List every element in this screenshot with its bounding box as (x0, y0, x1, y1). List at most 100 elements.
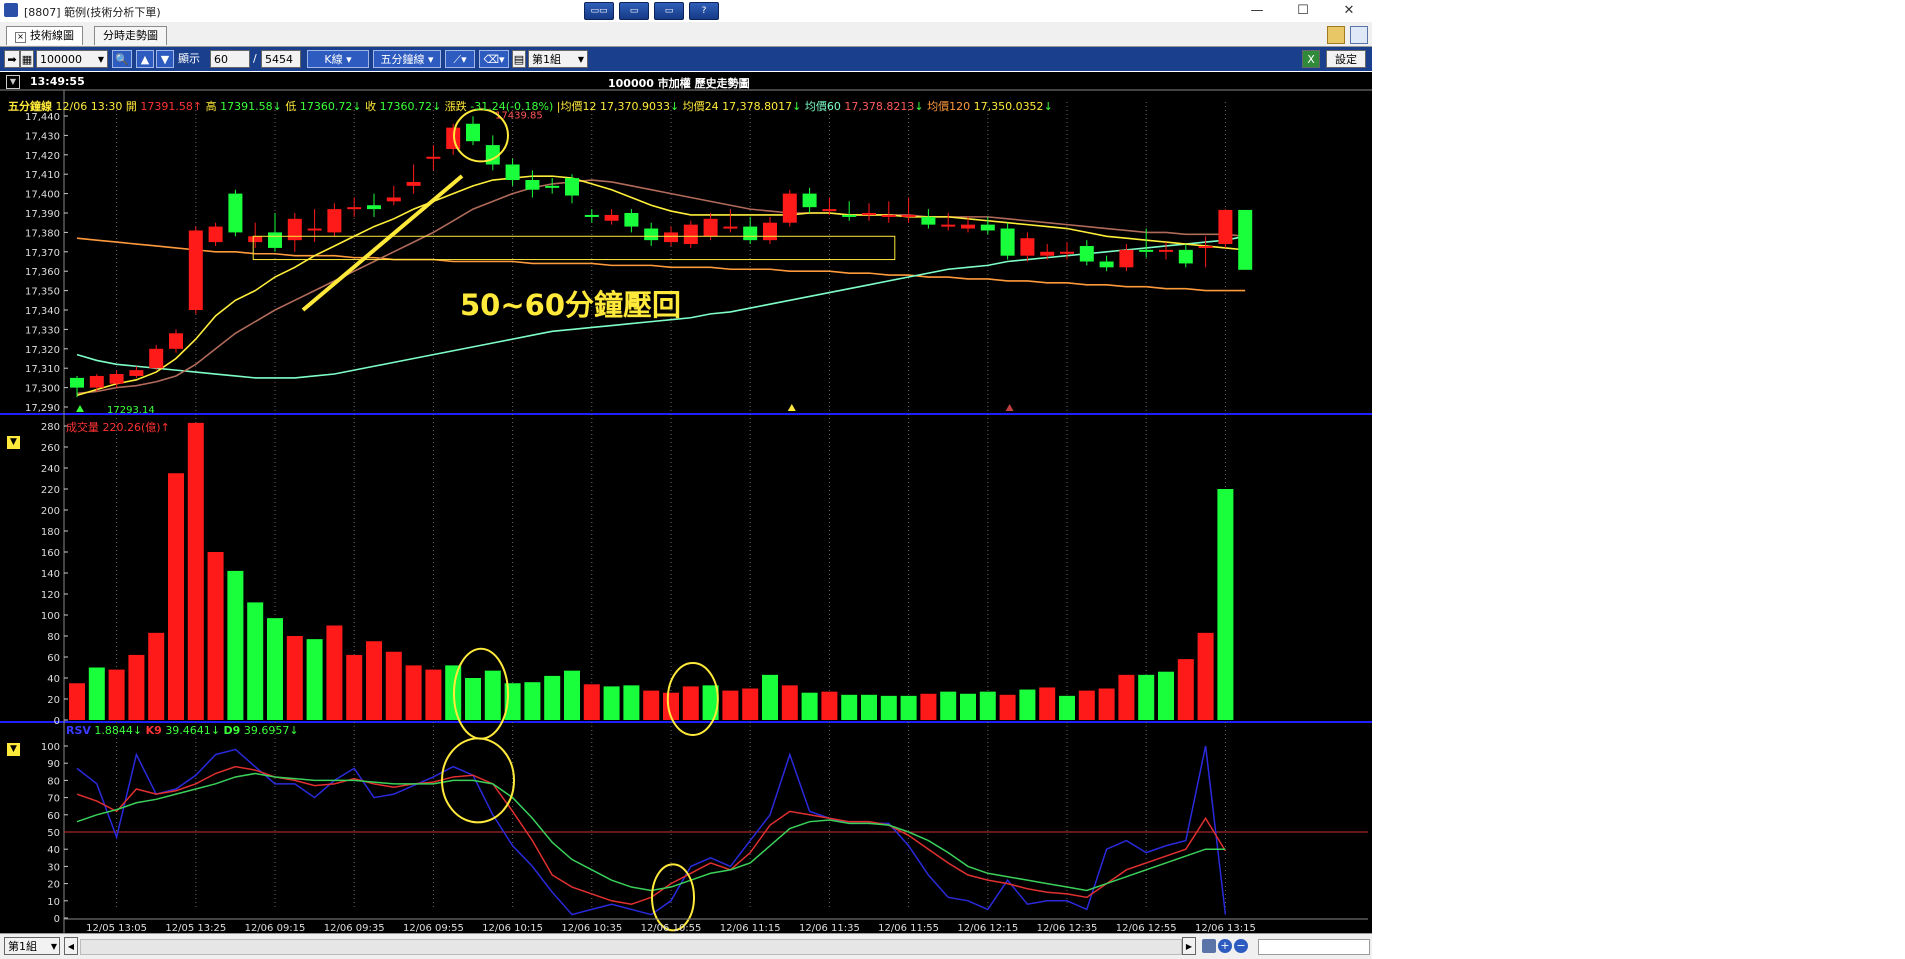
price-tick-label: 17,410 (25, 170, 60, 181)
signal-marker-icon (787, 404, 796, 411)
scroll-up-button[interactable]: ▲ (136, 50, 154, 68)
candle-body (1159, 249, 1173, 252)
volume-bar (979, 691, 996, 720)
group-select[interactable]: 第1組 ▼ (528, 50, 588, 68)
volume-bar (1098, 688, 1115, 720)
kline-dropdown[interactable]: K線 ▾ (307, 50, 369, 68)
annotation-trend-line (301, 174, 464, 312)
help-button[interactable]: ? (689, 2, 719, 20)
draw-line-icon[interactable]: ⟋▾ (445, 50, 475, 68)
volume-tick-label: 140 (41, 569, 60, 580)
volume-bar (207, 552, 224, 720)
volume-bar (405, 665, 422, 720)
volume-bar (69, 683, 85, 720)
candle-body (466, 123, 480, 142)
volume-bar (940, 691, 957, 720)
zoom-out-icon[interactable]: − (1234, 939, 1248, 953)
panel-icon[interactable] (1202, 939, 1216, 953)
candle-body (862, 213, 876, 215)
volume-bar (1078, 690, 1095, 720)
link-arrow-icon[interactable]: ➡ (4, 50, 20, 68)
kd-tick-label: 90 (47, 759, 60, 770)
layout-button-1[interactable]: ▭▭ (584, 2, 614, 20)
bottom-group-select[interactable]: 第1組 ▼ (4, 937, 60, 955)
scroll-right-icon[interactable]: ▶ (1182, 937, 1196, 955)
x-tick-label: 12/06 09:35 (324, 923, 385, 933)
layout-icon[interactable] (1350, 26, 1368, 44)
price-tick-label: 17,310 (25, 364, 60, 375)
volume-bar (682, 686, 699, 720)
volume-tick-label: 240 (41, 464, 60, 475)
x-tick-label: 12/05 13:25 (165, 923, 226, 933)
x-tick-label: 12/05 13:05 (86, 923, 147, 933)
volume-bar (742, 688, 759, 720)
candle-body (842, 214, 857, 217)
volume-bar (960, 693, 976, 720)
symbol-select[interactable]: 100000 ▼ (36, 50, 108, 68)
total-count-field: 5454 (261, 50, 301, 68)
settings-button[interactable]: 設定 (1326, 50, 1366, 68)
volume-info: 成交量 220.26(億)↑ (66, 421, 170, 434)
horizontal-scrollbar[interactable] (80, 939, 1182, 955)
edit-icon[interactable] (1327, 26, 1345, 44)
tab-close-icon[interactable]: × (15, 32, 26, 43)
slash-separator: / (253, 52, 257, 65)
layout-button-2[interactable]: ▭ (619, 2, 649, 20)
close-icon[interactable]: ✕ (1336, 1, 1362, 21)
tab-intraday-chart[interactable]: 分時走勢圖 (94, 26, 167, 45)
layout-button-3[interactable]: ▭ (654, 2, 684, 20)
scroll-left-icon[interactable]: ◀ (64, 937, 78, 955)
grid-icon[interactable]: ▦ (20, 50, 34, 68)
volume-bar (603, 686, 620, 720)
volume-bar (920, 693, 937, 720)
volume-tick-label: 260 (41, 443, 60, 454)
candle-body (1000, 228, 1015, 256)
scroll-down-button[interactable]: ▼ (156, 50, 174, 68)
candle-body (624, 213, 639, 227)
x-tick-label: 12/06 12:35 (1037, 923, 1098, 933)
minimize-icon[interactable]: — (1244, 1, 1270, 21)
collapse-icon[interactable]: ▼ (6, 75, 20, 89)
volume-bar (1019, 689, 1036, 720)
volume-bar (148, 632, 165, 720)
search-icon[interactable]: 🔍 (112, 50, 132, 68)
candle-body (1020, 238, 1035, 256)
candle-body (367, 205, 381, 210)
window-title: [8807] 範例(技術分析下單) (24, 6, 161, 19)
group-icon[interactable]: ▤ (512, 50, 526, 68)
candle-body (149, 348, 164, 369)
kd-tick-label: 100 (41, 742, 60, 753)
maximize-icon[interactable]: ☐ (1290, 1, 1316, 21)
volume-bar (227, 570, 244, 720)
candle-body (1178, 249, 1193, 264)
kd-panel-toggle-icon[interactable]: ▼ (7, 743, 20, 756)
volume-bar (88, 667, 105, 720)
volume-tick-label: 80 (47, 632, 60, 643)
price-tick-label: 17,430 (25, 131, 60, 142)
display-count-input[interactable]: 60 (210, 50, 250, 68)
candle-body (565, 178, 579, 196)
zoom-in-icon[interactable]: + (1218, 939, 1232, 953)
candle-body (1139, 249, 1154, 252)
volume-bar (1039, 687, 1056, 720)
volume-bar (900, 695, 917, 720)
tab-technical-chart[interactable]: × 技術線圖 (6, 26, 83, 45)
period-dropdown[interactable]: 五分鐘線 ▾ (373, 50, 441, 68)
kd-tick-label: 70 (47, 794, 60, 805)
candle-body (1060, 251, 1074, 254)
candle-body (980, 224, 995, 231)
excel-export-icon[interactable]: X (1302, 50, 1320, 68)
chart-title: 100000 市加權 歷史走勢圖 (608, 77, 750, 90)
candle-body (386, 197, 401, 202)
zoom-slider[interactable] (1258, 939, 1370, 955)
x-tick-label: 12/06 10:55 (641, 923, 702, 933)
candle-body (188, 230, 203, 310)
window-title-bar: [8807] 範例(技術分析下單) ▭▭ ▭ ▭ ? — ☐ ✕ (0, 0, 1372, 22)
volume-bar (564, 670, 580, 720)
kd-tick-label: 60 (47, 811, 60, 822)
volume-tick-label: 200 (41, 506, 60, 517)
candle-body (327, 209, 342, 233)
display-label: 顯示 (178, 52, 200, 65)
eraser-icon[interactable]: ⌫▾ (479, 50, 509, 68)
volume-panel-toggle-icon[interactable]: ▼ (7, 436, 20, 449)
